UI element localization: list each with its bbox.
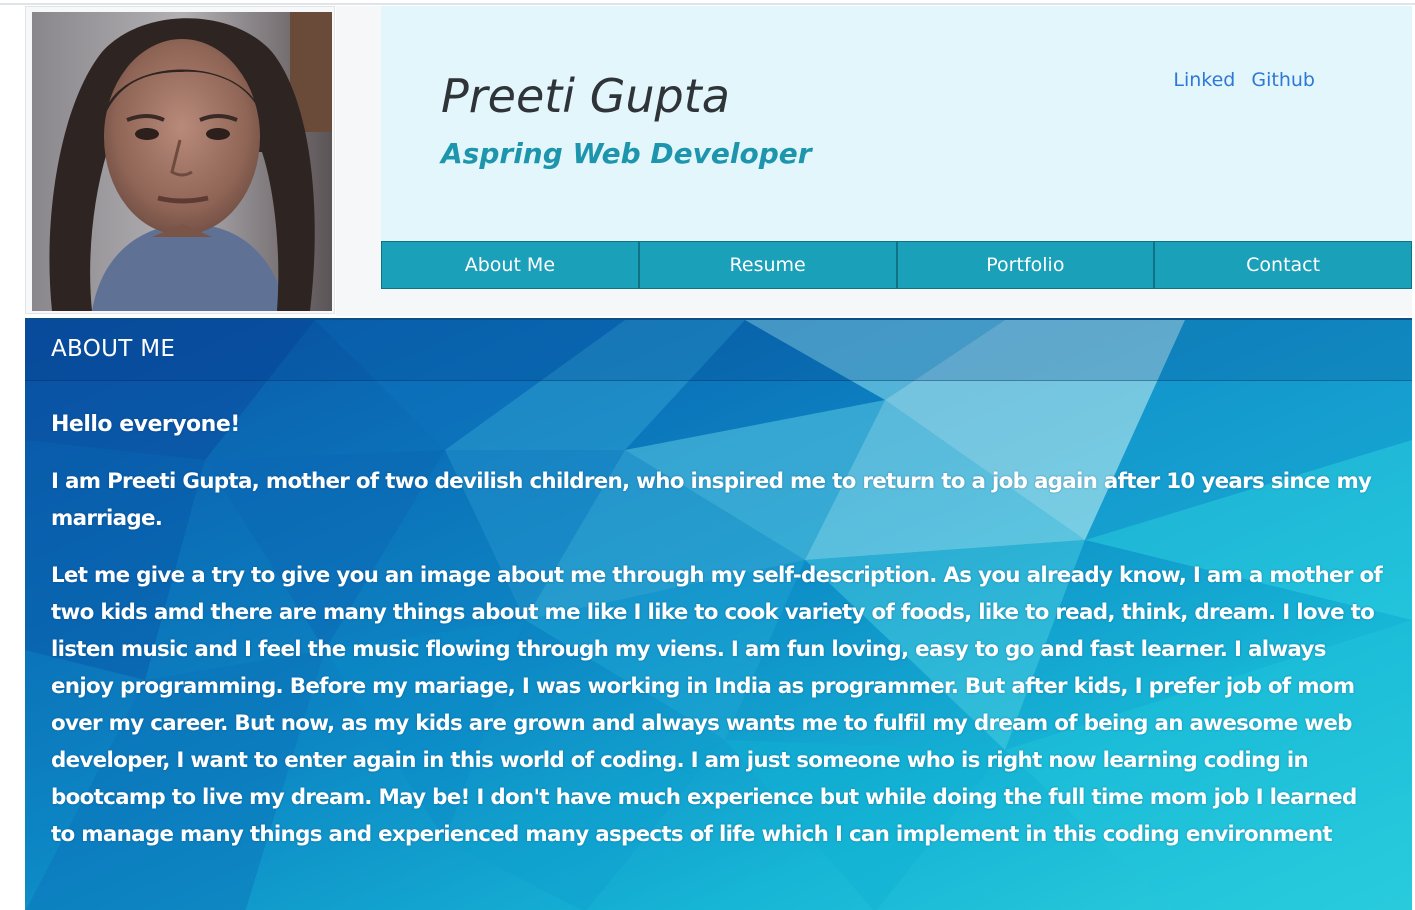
intro-text: I am Preeti Gupta, mother of two devilis… <box>51 469 1372 531</box>
github-link[interactable]: Github <box>1251 69 1315 91</box>
profile-photo <box>32 12 332 311</box>
description-text: Let me give a try to give you an image a… <box>51 563 1383 847</box>
nav-item-contact[interactable]: Contact <box>1155 241 1412 289</box>
card-body: Hello everyone! I am Preeti Gupta, mothe… <box>51 406 1386 873</box>
top-divider <box>0 3 1415 5</box>
main-nav: About Me Resume Portfolio Contact <box>381 241 1412 289</box>
hero-banner: Preeti Gupta Aspring Web Developer Linke… <box>381 6 1412 241</box>
greeting-text: Hello everyone! <box>51 412 240 437</box>
profile-photo-image <box>32 12 332 311</box>
nav-item-resume[interactable]: Resume <box>639 241 898 289</box>
social-links: Linked Github <box>1173 69 1315 91</box>
nav-item-about-me[interactable]: About Me <box>381 241 640 289</box>
nav-item-portfolio[interactable]: Portfolio <box>897 241 1156 289</box>
page-title: Preeti Gupta <box>441 69 730 123</box>
about-card: ABOUT ME Hello everyone! I am Preeti Gup… <box>25 318 1412 910</box>
linkedin-link[interactable]: Linked <box>1173 69 1235 91</box>
tagline: Aspring Web Developer <box>441 137 812 170</box>
profile-photo-frame <box>25 6 335 314</box>
card-header: ABOUT ME <box>25 320 1412 381</box>
section-title: ABOUT ME <box>51 336 176 362</box>
